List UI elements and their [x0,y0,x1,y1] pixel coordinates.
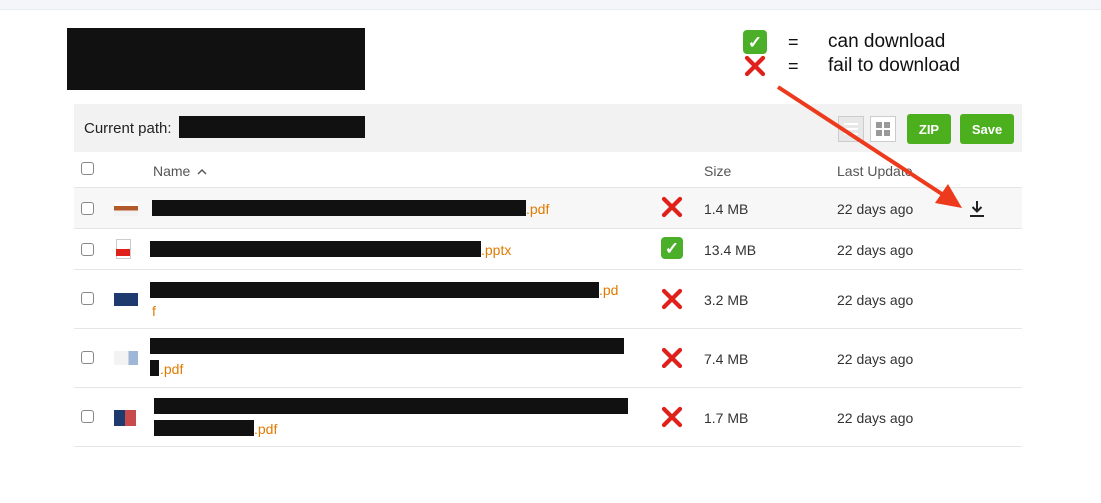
file-size: 3.2 MB [704,292,749,308]
file-extension[interactable]: .pptx [481,240,511,260]
cross-icon [661,288,683,310]
file-thumbnail [114,202,138,216]
redacted-filename [150,360,159,376]
table-row[interactable]: .pdf 7.4 MB 22 days ago [74,329,1022,388]
legend: ✓ = can download = fail to download [742,30,1002,80]
table-row[interactable]: .pdf 1.7 MB 22 days ago [74,388,1022,447]
path-toolbar: Current path: ZIP Save [74,104,1022,152]
file-size: 1.7 MB [704,410,749,426]
redacted-filename [150,241,481,257]
file-extension[interactable]: .pdf [526,199,549,219]
check-icon: ✓ [661,237,683,259]
row-checkbox[interactable] [81,351,94,364]
cross-icon [661,406,683,428]
cross-icon [661,347,683,369]
file-extension[interactable]: .pdf [254,419,277,439]
legend-equals: = [788,32,799,52]
last-update-column-header[interactable]: Last Update [837,163,913,179]
file-date: 22 days ago [837,351,914,367]
grid-view-button[interactable] [870,116,896,142]
cross-icon [661,196,683,218]
row-checkbox[interactable] [81,202,94,215]
file-extension[interactable]: .pd [599,280,618,300]
file-extension[interactable]: .pdf [160,359,183,379]
file-extension-wrap[interactable]: f [152,301,156,321]
file-date: 22 days ago [837,410,914,426]
row-checkbox[interactable] [81,243,94,256]
download-icon[interactable] [969,200,985,218]
redacted-filename [154,420,254,436]
legend-equals: = [788,56,799,76]
file-size: 13.4 MB [704,242,757,258]
current-path-label: Current path: [84,120,172,137]
table-row[interactable]: .pd f 3.2 MB 22 days ago [74,270,1022,329]
chevron-up-icon [197,169,207,175]
row-checkbox[interactable] [81,410,94,423]
file-size: 1.4 MB [704,201,749,217]
file-size: 7.4 MB [704,351,749,367]
redacted-path [179,116,365,138]
select-all-checkbox[interactable] [81,162,94,175]
redacted-filename [150,338,624,354]
redacted-filename [152,200,526,216]
grid-view-icon [876,122,890,136]
name-column-header[interactable]: Name [153,163,207,179]
check-icon: ✓ [743,30,767,54]
cross-icon [744,55,766,77]
file-date: 22 days ago [837,292,914,308]
save-button[interactable]: Save [960,114,1014,144]
file-thumbnail [114,410,136,426]
list-view-icon [844,123,858,135]
redacted-title [67,28,365,90]
redacted-filename [150,282,599,298]
file-thumbnail [114,351,138,365]
legend-fail-to-download: fail to download [828,55,961,76]
file-thumbnail [114,293,138,306]
file-date: 22 days ago [837,201,914,217]
row-checkbox[interactable] [81,292,94,305]
list-view-button[interactable] [838,116,864,142]
table-row[interactable]: .pptx ✓ 13.4 MB 22 days ago [74,229,1022,270]
top-bar [0,0,1101,10]
file-date: 22 days ago [837,242,914,258]
zip-button[interactable]: ZIP [907,114,951,144]
redacted-filename [154,398,628,414]
table-row[interactable]: .pdf 1.4 MB 22 days ago [74,188,1022,229]
legend-can-download: can download [828,31,946,52]
size-column-header[interactable]: Size [704,163,731,179]
pptx-file-icon [116,239,131,259]
table-header: Name Size Last Update [74,152,1022,188]
